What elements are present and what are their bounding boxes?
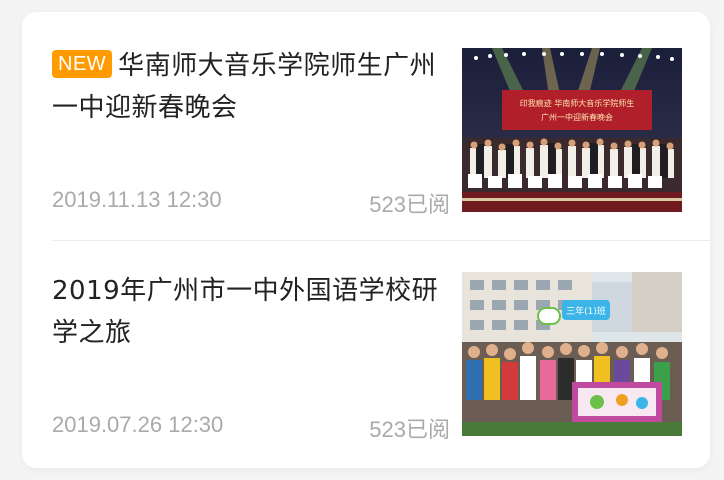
news-title[interactable]: NEW 华南师大音乐学院师生广州一中迎新春晚会	[52, 45, 452, 129]
news-title[interactable]: 2019年广州市一中外国语学校研学之旅	[52, 270, 452, 354]
school-event-image: 三年(1)班	[462, 272, 682, 436]
news-card: NEW 华南师大音乐学院师生广州一中迎新春晚会 2019.11.13 12:30 …	[22, 12, 710, 468]
news-thumbnail-concert[interactable]: 印我痕迹 华南师大音乐学院师生 广州一中迎新春晚会	[462, 48, 682, 212]
class-sign-text: 三年(1)班	[566, 305, 606, 317]
image-caption-line-1: 印我痕迹 华南师大音乐学院师生	[520, 98, 635, 108]
publish-time: 2019.11.13 12:30	[52, 187, 222, 212]
item-divider	[52, 240, 710, 241]
concert-stage-image: 印我痕迹 华南师大音乐学院师生 广州一中迎新春晚会	[462, 48, 682, 212]
read-count: 523已阅	[369, 417, 450, 442]
new-badge: NEW	[52, 50, 113, 78]
news-thumbnail-study-trip[interactable]: 三年(1)班	[462, 272, 682, 436]
image-caption-line-2: 广州一中迎新春晚会	[541, 112, 613, 122]
publish-time: 2019.07.26 12:30	[52, 412, 224, 437]
news-item[interactable]: 2019年广州市一中外国语学校研学之旅 2019.07.26 12:30 523…	[22, 242, 710, 462]
read-count: 523已阅	[369, 192, 450, 217]
news-item[interactable]: NEW 华南师大音乐学院师生广州一中迎新春晚会 2019.11.13 12:30 …	[22, 12, 710, 232]
